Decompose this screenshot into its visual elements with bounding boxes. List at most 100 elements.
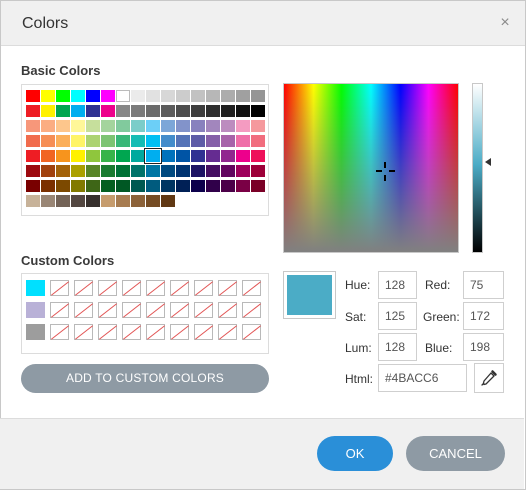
basic-color-swatch[interactable] <box>41 120 55 132</box>
basic-color-swatch[interactable] <box>251 135 265 147</box>
basic-color-swatch[interactable] <box>236 150 250 162</box>
basic-color-swatch[interactable] <box>56 90 70 102</box>
basic-color-swatch[interactable] <box>236 180 250 192</box>
basic-color-swatch[interactable] <box>56 150 70 162</box>
custom-color-swatch[interactable] <box>170 280 189 296</box>
basic-color-swatch[interactable] <box>221 150 235 162</box>
custom-color-swatch[interactable] <box>74 280 93 296</box>
basic-color-swatch[interactable] <box>251 150 265 162</box>
basic-color-swatch[interactable] <box>131 90 145 102</box>
basic-color-swatch[interactable] <box>236 90 250 102</box>
luminance-slider[interactable] <box>472 83 483 253</box>
basic-color-swatch[interactable] <box>176 180 190 192</box>
basic-color-swatch[interactable] <box>131 105 145 117</box>
basic-color-swatch[interactable] <box>191 120 205 132</box>
lum-field[interactable]: 128 <box>378 333 417 361</box>
basic-color-swatch[interactable] <box>71 90 85 102</box>
basic-color-swatch[interactable] <box>206 120 220 132</box>
basic-color-swatch[interactable] <box>191 105 205 117</box>
custom-color-swatch[interactable] <box>194 280 213 296</box>
basic-color-swatch[interactable] <box>206 180 220 192</box>
basic-color-swatch[interactable] <box>116 120 130 132</box>
basic-color-swatch[interactable] <box>116 195 130 207</box>
basic-color-swatch[interactable] <box>56 180 70 192</box>
basic-color-swatch[interactable] <box>146 105 160 117</box>
basic-color-swatch[interactable] <box>191 90 205 102</box>
basic-color-swatch[interactable] <box>86 120 100 132</box>
basic-color-swatch[interactable] <box>26 120 40 132</box>
basic-color-swatch[interactable] <box>41 180 55 192</box>
basic-color-swatch[interactable] <box>146 195 160 207</box>
add-to-custom-colors-button[interactable]: ADD TO CUSTOM COLORS <box>21 364 269 393</box>
basic-color-swatch[interactable] <box>131 150 145 162</box>
basic-color-swatch[interactable] <box>116 165 130 177</box>
basic-color-swatch[interactable] <box>221 90 235 102</box>
custom-color-swatch[interactable] <box>242 302 261 318</box>
basic-color-swatch[interactable] <box>71 165 85 177</box>
custom-color-swatch[interactable] <box>194 302 213 318</box>
basic-color-swatch[interactable] <box>101 165 115 177</box>
basic-color-swatch[interactable] <box>191 135 205 147</box>
basic-color-swatch[interactable] <box>26 105 40 117</box>
custom-color-swatch[interactable] <box>98 280 117 296</box>
custom-color-swatch[interactable] <box>50 302 69 318</box>
basic-color-swatch[interactable] <box>191 165 205 177</box>
ok-button[interactable]: OK <box>317 436 393 471</box>
custom-color-swatch[interactable] <box>170 324 189 340</box>
basic-color-swatch[interactable] <box>251 165 265 177</box>
basic-color-swatch[interactable] <box>101 120 115 132</box>
basic-color-swatch[interactable] <box>176 135 190 147</box>
custom-color-swatch[interactable] <box>170 302 189 318</box>
basic-color-swatch[interactable] <box>161 105 175 117</box>
custom-color-swatch[interactable] <box>98 324 117 340</box>
basic-color-swatch[interactable] <box>146 135 160 147</box>
custom-color-swatch[interactable] <box>218 280 237 296</box>
basic-color-swatch[interactable] <box>145 149 161 163</box>
blue-field[interactable]: 198 <box>463 333 504 361</box>
basic-color-swatch[interactable] <box>86 180 100 192</box>
basic-color-swatch[interactable] <box>86 150 100 162</box>
basic-color-swatch[interactable] <box>176 90 190 102</box>
basic-color-swatch[interactable] <box>221 105 235 117</box>
basic-color-swatch[interactable] <box>161 180 175 192</box>
custom-color-swatch[interactable] <box>218 324 237 340</box>
basic-color-swatch[interactable] <box>56 135 70 147</box>
basic-color-swatch[interactable] <box>251 90 265 102</box>
custom-color-swatch[interactable] <box>146 324 165 340</box>
basic-color-swatch[interactable] <box>131 180 145 192</box>
basic-color-swatch[interactable] <box>191 150 205 162</box>
html-field[interactable]: #4BACC6 <box>378 364 467 392</box>
basic-color-swatch[interactable] <box>206 105 220 117</box>
custom-color-swatch[interactable] <box>26 324 45 340</box>
basic-color-swatch[interactable] <box>86 90 100 102</box>
basic-color-swatch[interactable] <box>101 180 115 192</box>
basic-color-swatch[interactable] <box>131 135 145 147</box>
basic-color-swatch[interactable] <box>26 135 40 147</box>
basic-color-swatch[interactable] <box>101 195 115 207</box>
basic-color-swatch[interactable] <box>251 120 265 132</box>
basic-color-swatch[interactable] <box>101 150 115 162</box>
basic-color-swatch[interactable] <box>236 120 250 132</box>
custom-color-swatch[interactable] <box>74 302 93 318</box>
custom-color-swatch[interactable] <box>26 302 45 318</box>
basic-color-swatch[interactable] <box>131 165 145 177</box>
basic-color-swatch[interactable] <box>116 180 130 192</box>
basic-color-swatch[interactable] <box>41 150 55 162</box>
basic-color-swatch[interactable] <box>161 135 175 147</box>
basic-color-swatch[interactable] <box>41 195 55 207</box>
custom-color-swatch[interactable] <box>74 324 93 340</box>
basic-color-swatch[interactable] <box>26 180 40 192</box>
custom-color-swatch[interactable] <box>50 280 69 296</box>
basic-color-swatch[interactable] <box>206 150 220 162</box>
basic-color-swatch[interactable] <box>176 120 190 132</box>
custom-color-swatch[interactable] <box>146 302 165 318</box>
basic-color-swatch[interactable] <box>221 165 235 177</box>
basic-color-swatch[interactable] <box>161 90 175 102</box>
basic-color-swatch[interactable] <box>146 90 160 102</box>
crosshair-icon[interactable] <box>376 162 395 181</box>
basic-color-swatch[interactable] <box>206 165 220 177</box>
red-field[interactable]: 75 <box>463 271 504 299</box>
basic-color-swatch[interactable] <box>26 195 40 207</box>
color-spectrum[interactable] <box>283 83 459 253</box>
basic-color-swatch[interactable] <box>86 195 100 207</box>
